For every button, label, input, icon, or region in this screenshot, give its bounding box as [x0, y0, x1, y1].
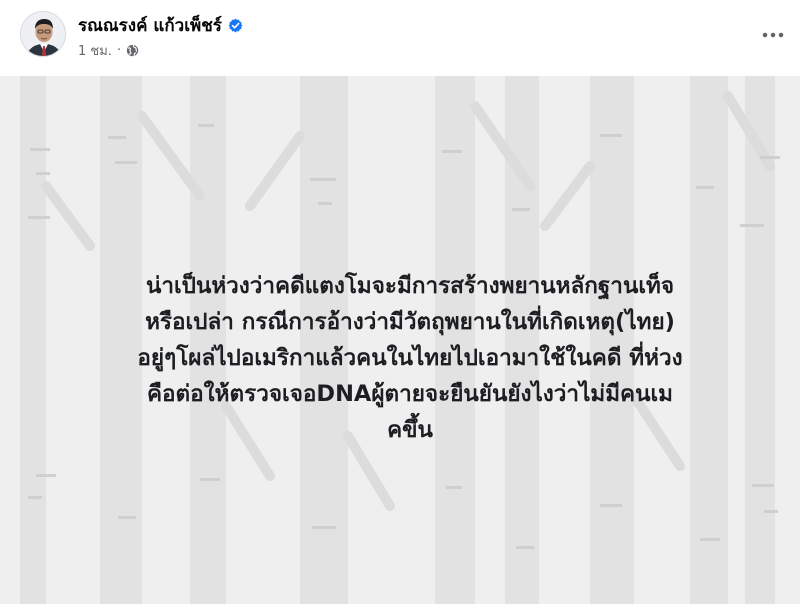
- verified-badge-icon: [228, 18, 243, 33]
- post-text-line: คือต่อให้ตรวจเจอDNAผู้ตายจะยืนยันยังไงว่…: [146, 381, 673, 407]
- post-background: น่าเป็นห่วงว่าคดีแตงโมจะมีการสร้างพยานหล…: [0, 76, 800, 604]
- post-text: น่าเป็นห่วงว่าคดีแตงโมจะมีการสร้างพยานหล…: [40, 268, 780, 448]
- meta-separator: ·: [116, 43, 122, 58]
- post-text-line: น่าเป็นห่วงว่าคดีแตงโมจะมีการสร้างพยานหล…: [145, 273, 675, 299]
- post-meta: 1 ชม. ·: [78, 40, 139, 61]
- post-timestamp[interactable]: 1 ชม.: [78, 40, 112, 61]
- more-options-icon: [762, 32, 784, 38]
- post-text-line: คขึ้น: [387, 417, 433, 443]
- avatar-image: [21, 12, 65, 56]
- author-avatar[interactable]: [20, 11, 66, 57]
- post-text-line: หรือเปล่า กรณีการอ้างว่ามีวัตถุพยานในที่…: [145, 309, 675, 335]
- author-row: รณณรงค์ แก้วเพ็ชร์: [78, 12, 243, 39]
- author-name[interactable]: รณณรงค์ แก้วเพ็ชร์: [78, 12, 222, 39]
- globe-icon: [126, 44, 139, 57]
- more-options-button[interactable]: [760, 22, 786, 48]
- post-header: รณณรงค์ แก้วเพ็ชร์ 1 ชม. ·: [0, 0, 800, 76]
- post-text-line: อยู่ๆโผล่ไปอเมริกาแล้วคนในไทยไปเอามาใช้ใ…: [137, 345, 683, 371]
